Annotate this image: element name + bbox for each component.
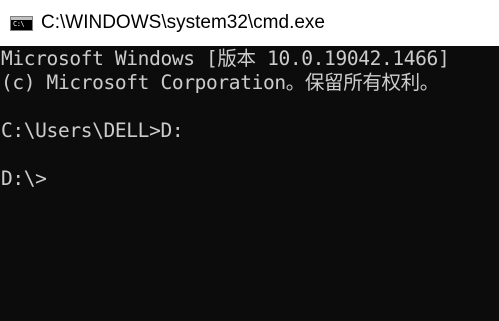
- icon-label: C:\: [13, 20, 25, 28]
- title-bar[interactable]: C:\ C:\WINDOWS\system32\cmd.exe: [0, 0, 499, 46]
- console-line-command: C:\Users\DELL>D:: [1, 119, 184, 142]
- cmd-window: C:\ C:\WINDOWS\system32\cmd.exe Microsof…: [0, 0, 499, 321]
- window-title: C:\WINDOWS\system32\cmd.exe: [41, 12, 325, 33]
- console-line-copyright: (c) Microsoft Corporation。保留所有权利。: [1, 71, 439, 94]
- cmd-icon[interactable]: C:\: [10, 16, 33, 31]
- console-line-version: Microsoft Windows [版本 10.0.19042.1466]: [1, 47, 450, 70]
- console-output[interactable]: Microsoft Windows [版本 10.0.19042.1466] (…: [0, 46, 499, 321]
- console-line-prompt: D:\>: [1, 167, 47, 190]
